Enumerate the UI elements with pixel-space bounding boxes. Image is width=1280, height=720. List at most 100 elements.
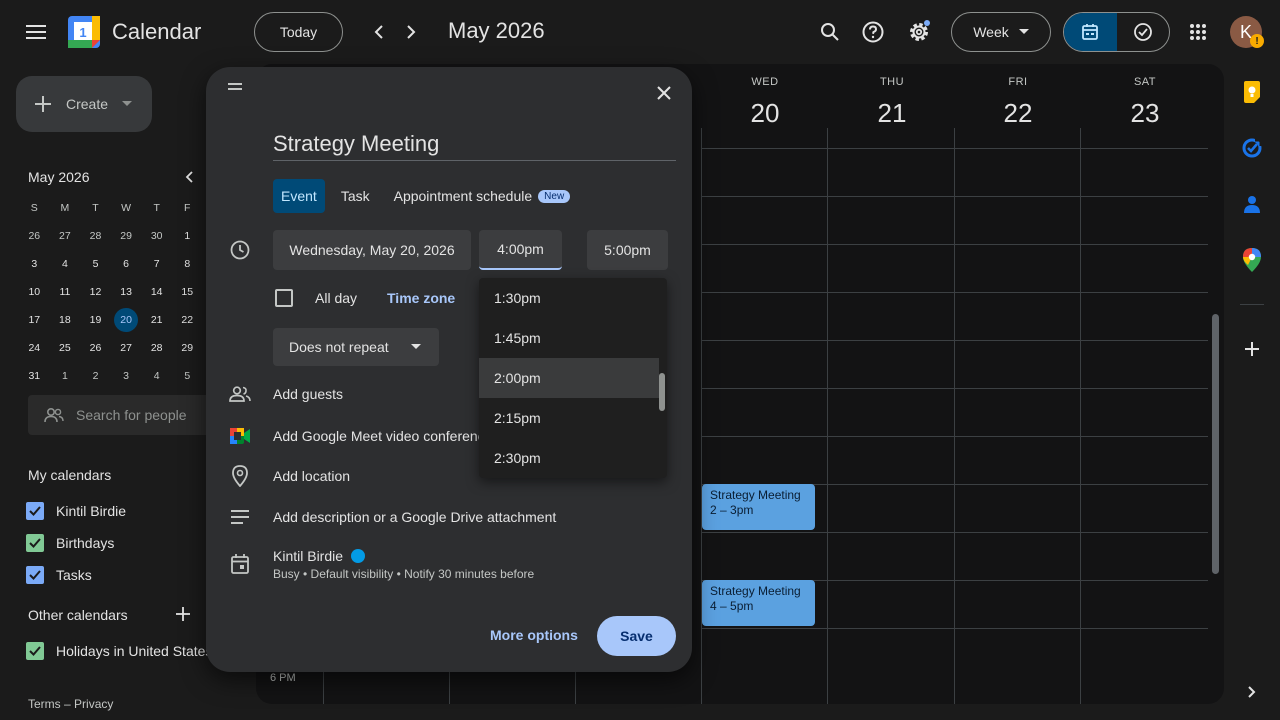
terms-link[interactable]: Terms [28, 697, 61, 711]
add-addon-plus-icon[interactable] [1240, 337, 1264, 361]
today-button[interactable]: Today [254, 12, 343, 52]
mini-calendar-day[interactable]: 11 [50, 278, 81, 306]
mini-calendar-day[interactable]: 27 [111, 334, 142, 362]
expand-panel-chevron-icon[interactable] [1240, 680, 1264, 704]
add-description-link[interactable]: Add description or a Google Drive attach… [273, 509, 556, 525]
day-column-header[interactable]: THU 21 [829, 76, 955, 129]
end-time-field[interactable]: 5:00pm [587, 230, 668, 270]
mini-calendar-day[interactable]: 30 [141, 222, 172, 250]
mini-calendar-day[interactable]: 7 [141, 250, 172, 278]
add-guests-link[interactable]: Add guests [273, 386, 343, 402]
tasks-app-icon[interactable] [1240, 136, 1264, 160]
calendar-checkbox[interactable] [26, 642, 44, 660]
view-selector-dropdown[interactable]: Week [951, 12, 1051, 52]
mini-calendar-day[interactable]: 8 [172, 250, 203, 278]
add-google-meet-link[interactable]: Add Google Meet video conferencing [273, 428, 479, 444]
mini-calendar-day[interactable]: 24 [19, 334, 50, 362]
start-time-field[interactable]: 4:00pm [479, 230, 562, 270]
close-icon[interactable] [652, 81, 676, 105]
mini-calendar-day[interactable]: 6 [111, 250, 142, 278]
mini-calendar-day[interactable]: 4 [141, 362, 172, 390]
event-title-input[interactable]: Strategy Meeting [273, 131, 676, 161]
mini-calendar-day[interactable]: 2 [80, 362, 111, 390]
calendar-checkbox[interactable] [26, 534, 44, 552]
maps-icon[interactable] [1240, 248, 1264, 272]
drag-handle-icon[interactable] [228, 83, 242, 91]
mini-calendar-day[interactable]: 28 [141, 334, 172, 362]
mini-calendar-day[interactable]: 22 [172, 306, 203, 334]
calendar-list-item[interactable]: Birthdays [26, 531, 114, 555]
settings-gear-icon[interactable] [899, 12, 939, 52]
calendar-checkbox[interactable] [26, 502, 44, 520]
time-list-scrollbar[interactable] [659, 373, 665, 411]
time-option[interactable]: 2:15pm [479, 398, 659, 438]
contacts-icon[interactable] [1240, 192, 1264, 216]
mini-calendar-day[interactable]: 18 [50, 306, 81, 334]
event-date-field[interactable]: Wednesday, May 20, 2026 [273, 230, 471, 270]
calendar-scrollbar[interactable] [1212, 314, 1219, 574]
more-options-button[interactable]: More options [490, 627, 578, 643]
mini-calendar-day[interactable]: 3 [19, 250, 50, 278]
mini-calendar-day[interactable]: 1 [50, 362, 81, 390]
time-option[interactable]: 1:30pm [479, 278, 659, 318]
mini-calendar-day[interactable]: 31 [19, 362, 50, 390]
calendar-logo-icon[interactable]: 1 [68, 16, 100, 48]
mini-calendar-day[interactable]: 28 [80, 222, 111, 250]
mini-calendar-day[interactable]: 29 [111, 222, 142, 250]
mini-calendar-day[interactable]: 21 [141, 306, 172, 334]
event-strategy-meeting-2pm[interactable]: Strategy Meeting 2 – 3pm [702, 484, 815, 530]
tasks-view-toggle[interactable] [1117, 13, 1170, 51]
save-button[interactable]: Save [597, 616, 676, 656]
mini-calendar-day[interactable]: 1 [172, 222, 203, 250]
day-column-header[interactable]: WED 20 [702, 76, 828, 129]
next-week-icon[interactable] [395, 16, 427, 48]
search-people-input[interactable]: Search for people [28, 395, 218, 435]
time-zone-button[interactable]: Time zone [387, 290, 455, 306]
event-strategy-meeting-4pm[interactable]: Strategy Meeting 4 – 5pm [702, 580, 815, 626]
calendar-checkbox[interactable] [26, 566, 44, 584]
time-option[interactable]: 2:30pm [479, 438, 659, 478]
mini-calendar-day[interactable]: 10 [19, 278, 50, 306]
tab-appointment-schedule[interactable]: Appointment schedule New [386, 179, 579, 213]
tab-task[interactable]: Task [333, 179, 378, 213]
mini-calendar-day[interactable]: 4 [50, 250, 81, 278]
privacy-link[interactable]: Privacy [74, 697, 113, 711]
calendar-owner-selector[interactable]: Kintil Birdie [273, 548, 366, 564]
my-calendars-heading[interactable]: My calendars [28, 467, 111, 483]
day-column-header[interactable]: SAT 23 [1082, 76, 1208, 129]
day-number[interactable]: 22 [955, 98, 1081, 129]
calendar-list-item[interactable]: Tasks [26, 563, 92, 587]
add-location-link[interactable]: Add location [273, 468, 350, 484]
calendar-list-item[interactable]: Kintil Birdie [26, 499, 126, 523]
time-option[interactable]: 1:45pm [479, 318, 659, 358]
mini-calendar-day[interactable]: 5 [172, 362, 203, 390]
day-number[interactable]: 21 [829, 98, 955, 129]
calendar-view-toggle[interactable] [1064, 13, 1117, 51]
mini-calendar-prev-icon[interactable] [178, 166, 200, 188]
tab-event[interactable]: Event [273, 179, 325, 213]
time-option-highlighted[interactable]: 2:00pm [479, 358, 659, 398]
mini-calendar-day[interactable]: 26 [19, 222, 50, 250]
previous-week-icon[interactable] [363, 16, 395, 48]
apps-grid-icon[interactable] [1178, 12, 1218, 52]
day-number[interactable]: 20 [702, 98, 828, 129]
mini-calendar-selected-day[interactable]: 20 [111, 306, 142, 334]
day-column-header[interactable]: FRI 22 [955, 76, 1081, 129]
mini-calendar-day[interactable]: 25 [50, 334, 81, 362]
mini-calendar-day[interactable]: 27 [50, 222, 81, 250]
day-number[interactable]: 23 [1082, 98, 1208, 129]
mini-calendar-day[interactable]: 19 [80, 306, 111, 334]
mini-calendar-day[interactable]: 15 [172, 278, 203, 306]
mini-calendar-day[interactable]: 12 [80, 278, 111, 306]
mini-calendar-day[interactable]: 17 [19, 306, 50, 334]
create-button[interactable]: Create [16, 76, 152, 132]
mini-calendar-day[interactable]: 3 [111, 362, 142, 390]
search-icon[interactable] [810, 12, 850, 52]
calendar-list-item[interactable]: Holidays in United States [26, 639, 212, 663]
mini-calendar-day[interactable]: 13 [111, 278, 142, 306]
add-other-calendar-icon[interactable] [174, 605, 192, 623]
mini-calendar-day[interactable]: 14 [141, 278, 172, 306]
mini-calendar-day[interactable]: 29 [172, 334, 203, 362]
other-calendars-heading[interactable]: Other calendars [28, 607, 128, 623]
repeat-dropdown[interactable]: Does not repeat [273, 328, 439, 366]
